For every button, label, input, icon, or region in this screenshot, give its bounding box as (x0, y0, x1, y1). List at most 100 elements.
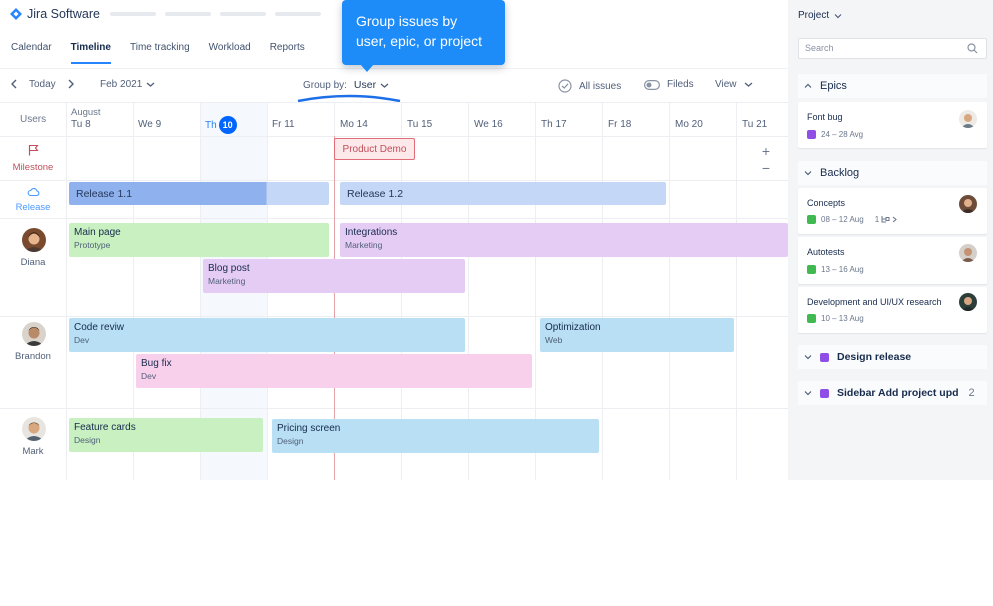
task-title: Blog post (208, 263, 250, 274)
day-header-today: Th 10 (205, 116, 237, 134)
task-bar[interactable]: Optimization Web (540, 318, 734, 352)
grid-row-line (0, 102, 788, 103)
section-epics[interactable]: Epics (798, 74, 987, 98)
issue-card[interactable]: Autotests 13 – 16 Aug (798, 237, 987, 284)
fields-toggle[interactable]: Fileds (644, 79, 694, 90)
tab-calendar[interactable]: Calendar (11, 38, 52, 64)
section-design-release[interactable]: Design release (798, 345, 987, 369)
next-button[interactable] (67, 79, 75, 89)
task-bar[interactable]: Integrations Marketing (340, 223, 788, 257)
issue-title: Autotests (807, 247, 845, 257)
chevron-down-icon (804, 391, 812, 396)
issues-sidebar: Project Search Epics Font bug 24 – 28 Av… (788, 0, 993, 480)
release-bar[interactable]: Release 1.1 (69, 182, 329, 205)
grid-line (66, 102, 67, 480)
issue-dates: 13 – 16 Aug (821, 265, 864, 274)
search-input[interactable]: Search (798, 38, 987, 59)
grid-row-line (0, 408, 788, 409)
prev-button[interactable] (10, 79, 18, 89)
task-title: Integrations (345, 227, 398, 238)
month-label: Feb 2021 (100, 79, 143, 90)
chevron-right-icon (892, 216, 898, 223)
tab-reports[interactable]: Reports (270, 38, 305, 64)
app-title: Jira Software (27, 7, 100, 21)
task-category: Design (74, 435, 101, 445)
section-sidebar-project[interactable]: Sidebar Add project upd 2 (798, 381, 987, 405)
section-title: Design release (837, 351, 912, 363)
group-by-dropdown[interactable]: Group by: User (303, 79, 389, 91)
timeline-grid: Users August Tu 8 We 9 Th 10 Fr 11 Mo 14… (0, 102, 788, 480)
skeleton-placeholder (220, 12, 266, 16)
zoom-out-button[interactable]: − (756, 159, 776, 177)
story-icon (807, 265, 816, 274)
task-bar[interactable]: Main page Prototype (69, 223, 329, 257)
issue-title: Concepts (807, 198, 846, 208)
task-category: Web (545, 335, 563, 345)
tooltip-arrow (360, 64, 374, 72)
grid-row-line (0, 316, 788, 317)
issue-card[interactable]: Development and UI/UX research 10 – 13 A… (798, 287, 987, 333)
zoom-in-button[interactable]: + (756, 142, 776, 160)
milestone-row-label: Milestone (12, 162, 54, 173)
timeline-toolbar: Today Feb 2021 Group by: User All issues… (0, 68, 788, 103)
user-name: Mark (22, 446, 44, 457)
task-bar[interactable]: Bug fix Dev (136, 354, 532, 388)
tab-workload[interactable]: Workload (209, 38, 251, 64)
issue-card[interactable]: Concepts 08 – 12 Aug 1 (798, 188, 987, 234)
project-dropdown[interactable]: Project (798, 10, 842, 21)
issue-dates-row: 13 – 16 Aug (807, 265, 864, 274)
tab-time-tracking[interactable]: Time tracking (130, 38, 190, 64)
group-by-tooltip: Group issues by user, epic, or project (342, 0, 505, 65)
task-bar[interactable]: Blog post Marketing (203, 259, 465, 293)
grid-line (602, 102, 603, 480)
epic-icon (807, 130, 816, 139)
task-title: Pricing screen (277, 423, 341, 434)
issue-dates: 24 – 28 Avg (821, 130, 864, 139)
avatar-brandon[interactable] (22, 322, 46, 346)
task-bar[interactable]: Feature cards Design (69, 418, 263, 452)
day-header: Th 17 (541, 119, 567, 130)
task-category: Prototype (74, 240, 111, 250)
issue-dates-row: 24 – 28 Avg (807, 130, 863, 139)
task-category: Dev (74, 335, 90, 345)
all-issues-toggle[interactable]: All issues (558, 79, 621, 93)
day-header: Tu 8 (71, 119, 91, 130)
subtask-count: 1 (874, 215, 880, 224)
milestone-product-demo[interactable]: Product Demo (334, 138, 415, 160)
fields-label: Fileds (667, 79, 694, 90)
search-icon (967, 43, 978, 54)
subtasks-indicator: 1 (874, 215, 898, 224)
chevron-down-icon (744, 82, 752, 87)
task-title: Code reviw (74, 322, 125, 333)
task-bar[interactable]: Code reviw Dev (69, 318, 465, 352)
today-button[interactable]: Today (29, 79, 56, 90)
chevron-left-icon (11, 79, 17, 89)
section-backlog[interactable]: Backlog (798, 161, 987, 185)
cloud-icon (27, 188, 40, 197)
task-bar[interactable]: Pricing screen Design (272, 419, 599, 453)
assignee-avatar (959, 110, 977, 128)
grid-row-line (0, 218, 788, 219)
tab-timeline[interactable]: Timeline (70, 38, 112, 64)
avatar-mark[interactable] (22, 417, 46, 441)
view-label: View (715, 79, 737, 90)
section-title: Backlog (820, 167, 860, 179)
chevron-down-icon (146, 82, 155, 87)
chevron-down-icon (834, 13, 842, 18)
day-header: Fr 11 (272, 119, 295, 130)
issue-dates-row: 08 – 12 Aug 1 (807, 215, 898, 224)
release-bar[interactable]: Release 1.2 (340, 182, 666, 205)
group-by-label: Group by: (303, 79, 347, 91)
task-category: Dev (141, 371, 157, 381)
main-nav: Calendar Timeline Time tracking Workload… (0, 38, 313, 68)
view-dropdown[interactable]: View (715, 79, 753, 90)
issue-card[interactable]: Font bug 24 – 28 Avg (798, 102, 987, 148)
grid-line (669, 102, 670, 480)
release-row-label: Release (15, 202, 51, 213)
brand[interactable]: Jira Software (10, 7, 100, 21)
month-picker[interactable]: Feb 2021 (100, 79, 155, 90)
search-placeholder: Search (805, 43, 834, 53)
task-title: Optimization (545, 322, 601, 333)
avatar-diana[interactable] (22, 228, 46, 252)
skeleton-placeholder (165, 12, 211, 16)
